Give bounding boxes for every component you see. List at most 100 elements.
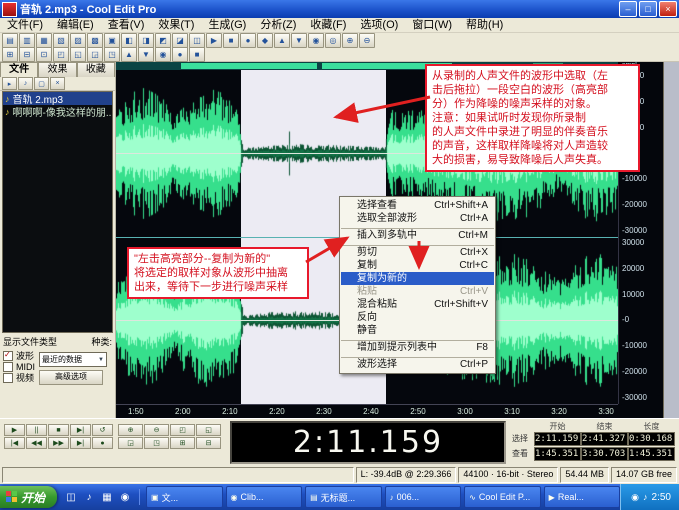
toolbar-button[interactable]: ■ — [189, 47, 205, 62]
taskbar-task-button[interactable]: ▣ 文... — [146, 486, 223, 508]
transport-button[interactable]: ▶ — [4, 424, 25, 436]
quick-launch-icon[interactable]: ◉ — [117, 489, 133, 505]
timeline-ruler[interactable]: 1:502:002:102:202:302:402:503:003:103:20… — [116, 404, 618, 418]
context-menu-item[interactable]: 插入到多轨中 Ctrl+M — [341, 228, 494, 242]
sidebar-mini-button[interactable]: ♪ — [18, 77, 33, 90]
toolbar-button[interactable]: ◧ — [121, 33, 137, 48]
zoom-button[interactable]: ◱ — [196, 424, 221, 436]
tray-icon-1[interactable]: ◉ — [631, 492, 639, 503]
menu-item[interactable]: 分析(Z) — [253, 18, 303, 33]
toolbar-button[interactable]: ◳ — [104, 47, 120, 62]
toolbar-button[interactable]: ◆ — [257, 33, 273, 48]
sidebar-mini-button[interactable]: ▢ — [34, 77, 49, 90]
quick-launch-icon[interactable]: ▦ — [99, 489, 115, 505]
toolbar-button[interactable]: ◱ — [70, 47, 86, 62]
toolbar-button[interactable]: ⊡ — [36, 47, 52, 62]
file-type-checkbox[interactable]: 波形 — [3, 350, 35, 361]
quick-launch-icon[interactable]: ♪ — [81, 489, 97, 505]
taskbar-task-button[interactable]: ∿ Cool Edit P... — [464, 486, 541, 508]
maximize-button[interactable]: □ — [639, 1, 657, 17]
context-menu-item[interactable]: 混合粘贴 Ctrl+Shift+V — [341, 298, 494, 311]
menu-item[interactable]: 查看(V) — [101, 18, 152, 33]
toolbar-button[interactable]: ▶ — [206, 33, 222, 48]
toolbar-button[interactable]: ▼ — [138, 47, 154, 62]
transport-button[interactable]: ↺ — [92, 424, 113, 436]
zoom-button[interactable]: ◲ — [118, 437, 143, 449]
toolbar-button[interactable]: ◲ — [87, 47, 103, 62]
toolbar-button[interactable]: ▨ — [70, 33, 86, 48]
menu-item[interactable]: 生成(G) — [201, 18, 253, 33]
toolbar-button[interactable]: ⊞ — [2, 47, 18, 62]
transport-button[interactable]: ▶| — [70, 437, 91, 449]
toolbar-button[interactable]: ⊖ — [359, 33, 375, 48]
toolbar-button[interactable]: ▤ — [2, 33, 18, 48]
menu-item[interactable]: 窗口(W) — [405, 18, 459, 33]
toolbar-button[interactable]: ◫ — [189, 33, 205, 48]
zoom-button[interactable]: ⊕ — [118, 424, 143, 436]
advanced-options-button[interactable]: 高级选项 — [39, 370, 103, 385]
toolbar-button[interactable]: ▲ — [274, 33, 290, 48]
taskbar-task-button[interactable]: ▤ 无标题... — [305, 486, 382, 508]
context-menu-item[interactable]: 粘贴 Ctrl+V — [341, 285, 494, 298]
transport-button[interactable]: || — [26, 424, 47, 436]
toolbar-button[interactable]: ◰ — [53, 47, 69, 62]
close-button[interactable]: × — [659, 1, 677, 17]
start-button[interactable]: 开始 — [0, 486, 57, 508]
file-list-item[interactable]: ♪ 啊啊啊-像我这样的朋... — [3, 105, 112, 118]
file-type-checkbox[interactable]: 视频 — [3, 372, 35, 383]
recent-dropdown[interactable]: 最近的数据 — [39, 352, 107, 367]
toolbar-button[interactable]: ◪ — [172, 33, 188, 48]
toolbar-button[interactable]: ▧ — [53, 33, 69, 48]
menu-item[interactable]: 文件(F) — [0, 18, 50, 33]
menu-item[interactable]: 帮助(H) — [459, 18, 510, 33]
transport-button[interactable]: ■ — [48, 424, 69, 436]
menu-item[interactable]: 收藏(F) — [303, 18, 353, 33]
taskbar-task-button[interactable]: ♪ 006... — [385, 486, 462, 508]
taskbar-task-button[interactable]: ▶ Real... — [544, 486, 621, 508]
quick-launch-icon[interactable]: ◫ — [63, 489, 79, 505]
context-menu-item[interactable]: 复制为新的 — [341, 272, 494, 285]
minimize-button[interactable]: – — [619, 1, 637, 17]
taskbar-task-button[interactable]: ◉ Clib... — [226, 486, 303, 508]
toolbar-button[interactable]: ▼ — [291, 33, 307, 48]
context-menu-item[interactable]: 剪切 Ctrl+X — [341, 245, 494, 259]
menu-item[interactable]: 效果(T) — [151, 18, 201, 33]
toolbar-button[interactable]: ◎ — [325, 33, 341, 48]
context-menu-item[interactable]: 复制 Ctrl+C — [341, 259, 494, 272]
tray-icon-2[interactable]: ♪ — [643, 492, 648, 502]
toolbar-button[interactable]: ▦ — [36, 33, 52, 48]
toolbar-button[interactable]: ● — [240, 33, 256, 48]
zoom-button[interactable]: ⊞ — [170, 437, 195, 449]
context-menu-item[interactable]: 选取全部波形 Ctrl+A — [341, 212, 494, 225]
toolbar-button[interactable]: ▲ — [121, 47, 137, 62]
zoom-button[interactable]: ⊖ — [144, 424, 169, 436]
sidebar-mini-button[interactable]: × — [50, 77, 65, 90]
toolbar-button[interactable]: ⊟ — [19, 47, 35, 62]
toolbar-button[interactable]: ▣ — [104, 33, 120, 48]
context-menu-item[interactable]: 反向 — [341, 311, 494, 324]
zoom-button[interactable]: ⊟ — [196, 437, 221, 449]
zoom-button[interactable]: ◳ — [144, 437, 169, 449]
context-menu-item[interactable]: 静音 — [341, 324, 494, 337]
context-menu-item[interactable]: 增加到提示列表中 F8 — [341, 340, 494, 354]
sidebar-mini-button[interactable]: ▸ — [2, 77, 17, 90]
transport-button[interactable]: ▶| — [70, 424, 91, 436]
menu-item[interactable]: 编辑(E) — [50, 18, 101, 33]
transport-button[interactable]: |◀ — [4, 437, 25, 449]
toolbar-button[interactable]: ◉ — [308, 33, 324, 48]
context-menu-item[interactable]: 波形选择 Ctrl+P — [341, 357, 494, 371]
zoom-button[interactable]: ◰ — [170, 424, 195, 436]
transport-button[interactable]: ◀◀ — [26, 437, 47, 449]
toolbar-button[interactable]: ◉ — [155, 47, 171, 62]
toolbar-button[interactable]: ▥ — [19, 33, 35, 48]
sidebar-tab[interactable]: 收藏 — [77, 62, 115, 77]
sidebar-tab[interactable]: 效果 — [38, 62, 76, 77]
transport-button[interactable]: ● — [92, 437, 113, 449]
context-menu-item[interactable]: 选择查看 Ctrl+Shift+A — [341, 199, 494, 212]
sidebar-tab[interactable]: 文件 — [0, 62, 38, 77]
toolbar-button[interactable]: ■ — [223, 33, 239, 48]
transport-button[interactable]: ▶▶ — [48, 437, 69, 449]
toolbar-button[interactable]: ⊕ — [342, 33, 358, 48]
toolbar-button[interactable]: ◨ — [138, 33, 154, 48]
toolbar-button[interactable]: ● — [172, 47, 188, 62]
